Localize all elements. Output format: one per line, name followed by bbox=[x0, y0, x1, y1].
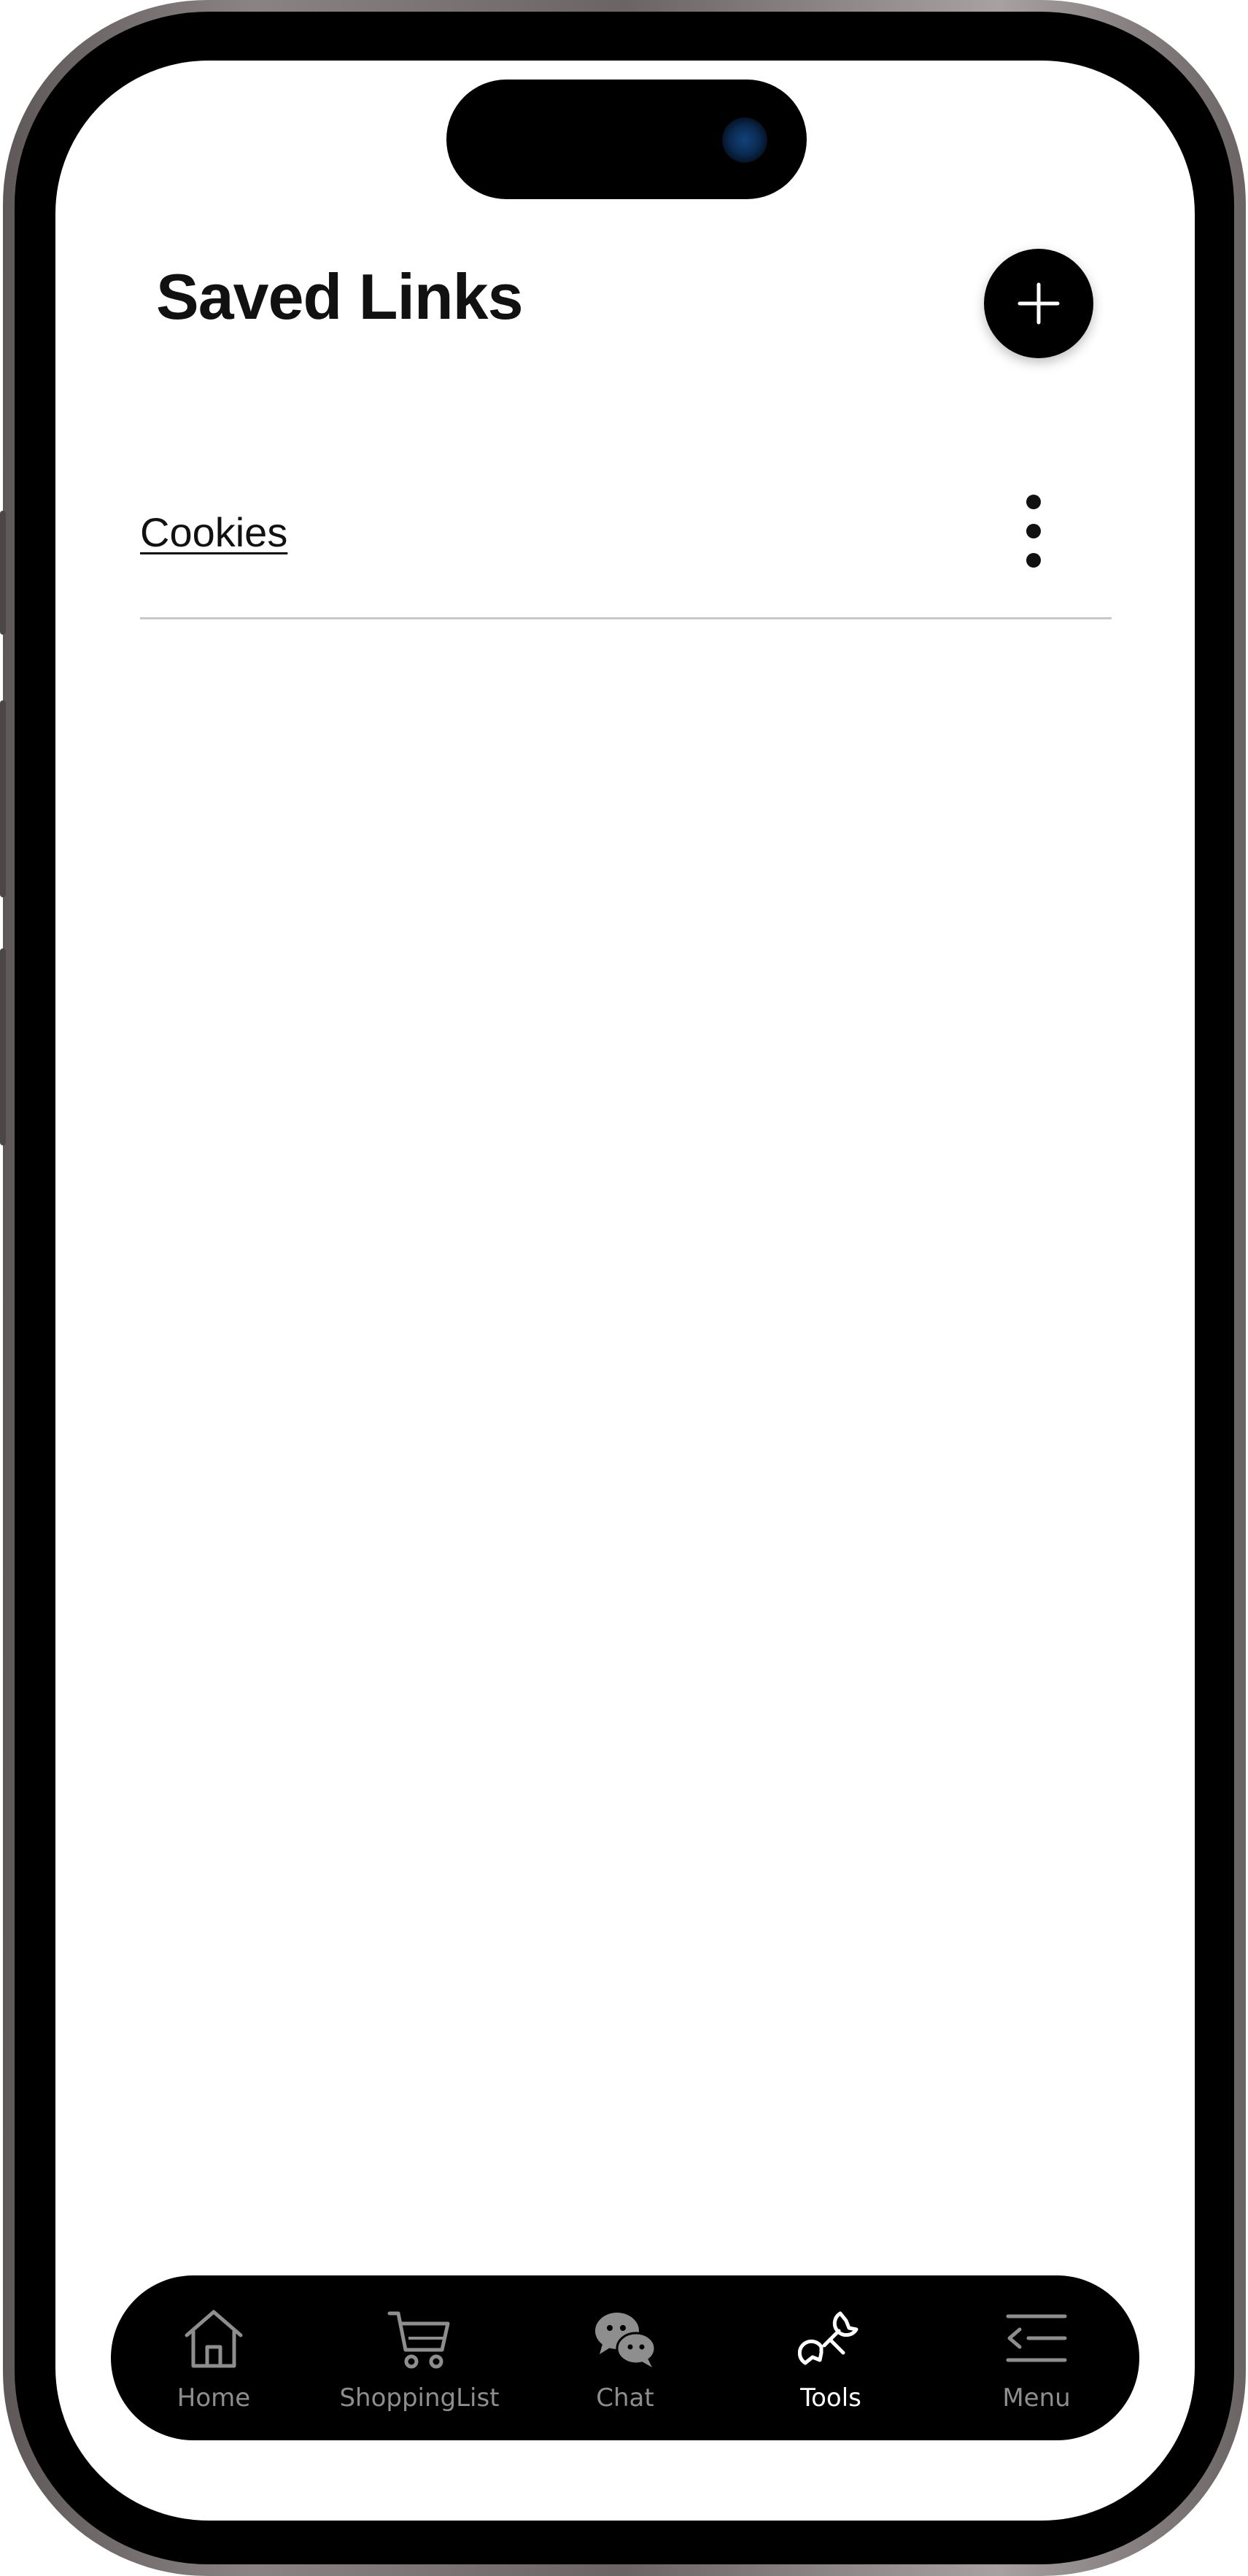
wrench-icon bbox=[798, 2311, 859, 2365]
tab-label: Menu bbox=[1002, 2383, 1071, 2413]
dynamic-island bbox=[446, 80, 807, 199]
cart-icon bbox=[387, 2311, 450, 2369]
add-link-button[interactable] bbox=[984, 249, 1093, 358]
phone-volume-up-button bbox=[0, 700, 6, 897]
tab-shoppinglist[interactable]: ShoppingList bbox=[317, 2275, 522, 2440]
tab-label: Tools bbox=[800, 2383, 861, 2413]
chat-bubbles-icon bbox=[595, 2313, 656, 2367]
tab-home[interactable]: Home bbox=[111, 2275, 317, 2440]
page-title: Saved Links bbox=[156, 260, 524, 333]
home-icon bbox=[185, 2310, 243, 2368]
phone-action-button bbox=[0, 511, 6, 635]
tab-label: Home bbox=[177, 2383, 251, 2413]
tab-label: ShoppingList bbox=[339, 2383, 500, 2413]
tab-menu[interactable]: Menu bbox=[934, 2275, 1139, 2440]
plus-icon bbox=[1018, 282, 1060, 325]
more-vertical-icon bbox=[1026, 495, 1041, 568]
tab-tools[interactable]: Tools bbox=[728, 2275, 934, 2440]
list-item[interactable]: Cookies bbox=[85, 412, 1056, 568]
bottom-tab-bar: Home ShoppingList Chat Tools Menu bbox=[111, 2275, 1139, 2440]
phone-volume-down-button bbox=[0, 948, 6, 1145]
app-screen: Saved Links Cookies Home ShoppingList Ch… bbox=[55, 61, 1195, 2521]
more-options-button[interactable] bbox=[1015, 491, 1052, 571]
menu-icon bbox=[1006, 2314, 1067, 2362]
divider bbox=[140, 617, 1112, 619]
tab-chat[interactable]: Chat bbox=[522, 2275, 728, 2440]
tab-label: Chat bbox=[596, 2383, 654, 2413]
link-cookies[interactable]: Cookies bbox=[140, 508, 287, 556]
front-camera-icon bbox=[722, 117, 767, 163]
